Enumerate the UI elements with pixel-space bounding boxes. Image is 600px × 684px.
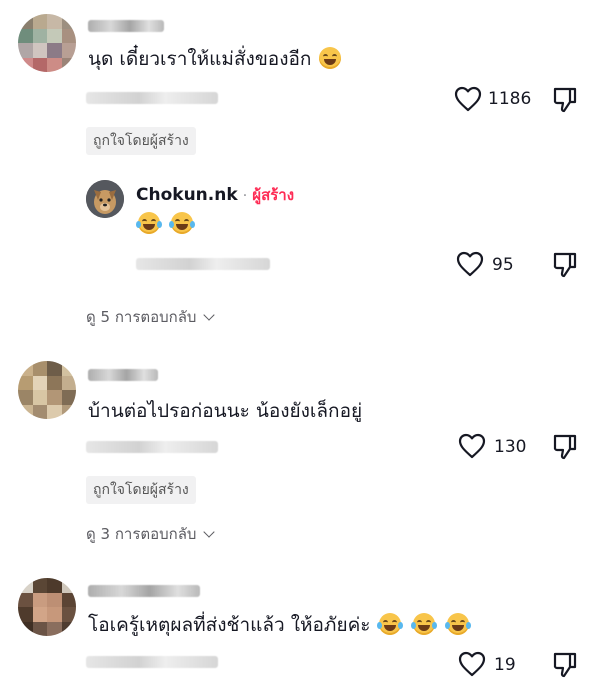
commenter-avatar[interactable] xyxy=(18,14,76,72)
like-count: 19 xyxy=(494,655,516,675)
heart-outline-icon xyxy=(458,651,486,677)
like-button[interactable] xyxy=(458,433,486,459)
dislike-icon xyxy=(553,87,577,113)
reply-dislike-button[interactable] xyxy=(552,251,578,279)
view-replies-button[interactable]: ดู 5 การตอบกลับ xyxy=(86,305,215,329)
commenter-username-blurred[interactable] xyxy=(88,20,164,32)
commenter-username-blurred[interactable] xyxy=(88,369,158,381)
like-count: 1186 xyxy=(488,89,532,109)
comment-text: นุด เดี๋ยวเราให้แม่สั่งของอีก xyxy=(88,46,342,72)
creator-label: ผู้สร้าง xyxy=(252,186,295,204)
laughing-tears-emoji xyxy=(376,613,403,635)
laughing-tears-emoji xyxy=(410,613,437,635)
reply-meta-blurred xyxy=(136,258,270,270)
creator-reply-header: Chokun.nk · ผู้สร้าง xyxy=(136,183,294,207)
separator-dot: · xyxy=(242,188,248,204)
comment-text: บ้านต่อไปรอก่อนนะ น้องยังเล็กอยู่ xyxy=(88,400,363,422)
dislike-button[interactable] xyxy=(552,86,578,114)
comment-meta-blurred xyxy=(86,92,218,104)
heart-outline-icon xyxy=(454,86,482,112)
liked-by-creator-badge: ถูกใจโดยผู้สร้าง xyxy=(86,476,196,504)
grinning-face-emoji xyxy=(319,47,342,69)
comment-text-content: โอเครู้เหตุผลที่ส่งช้าแล้ว ให้อภัยค่ะ xyxy=(88,614,371,636)
commenter-username-blurred[interactable] xyxy=(88,585,200,597)
chevron-down-icon xyxy=(203,309,215,321)
creator-avatar[interactable] xyxy=(86,180,124,218)
heart-outline-icon xyxy=(456,251,484,277)
comment-meta-blurred xyxy=(86,656,218,668)
like-button[interactable] xyxy=(454,86,482,112)
liked-by-creator-badge: ถูกใจโดยผู้สร้าง xyxy=(86,127,196,155)
dislike-icon xyxy=(553,252,577,278)
creator-username[interactable]: Chokun.nk xyxy=(136,185,238,205)
comment-meta-blurred xyxy=(86,441,218,453)
comment-text: โอเครู้เหตุผลที่ส่งช้าแล้ว ให้อภัยค่ะ xyxy=(88,612,471,638)
dislike-icon xyxy=(553,434,577,460)
commenter-avatar[interactable] xyxy=(18,361,76,419)
reply-text xyxy=(136,212,196,234)
laughing-tears-emoji xyxy=(136,212,162,234)
dog-photo xyxy=(86,180,124,218)
view-replies-label: ดู 3 การตอบกลับ xyxy=(86,525,197,543)
comment-text-content: นุด เดี๋ยวเราให้แม่สั่งของอีก xyxy=(88,48,312,70)
reply-like-count: 95 xyxy=(492,255,514,275)
dislike-button[interactable] xyxy=(552,433,578,461)
dislike-icon xyxy=(553,652,577,678)
like-button[interactable] xyxy=(458,651,486,677)
like-count: 130 xyxy=(494,437,527,457)
dislike-button[interactable] xyxy=(552,651,578,679)
laughing-tears-emoji xyxy=(444,613,471,635)
reply-like-button[interactable] xyxy=(456,251,484,277)
view-replies-label: ดู 5 การตอบกลับ xyxy=(86,308,197,326)
view-replies-button[interactable]: ดู 3 การตอบกลับ xyxy=(86,522,215,546)
heart-outline-icon xyxy=(458,433,486,459)
commenter-avatar[interactable] xyxy=(18,578,76,636)
chevron-down-icon xyxy=(203,526,215,538)
laughing-tears-emoji xyxy=(169,212,196,234)
